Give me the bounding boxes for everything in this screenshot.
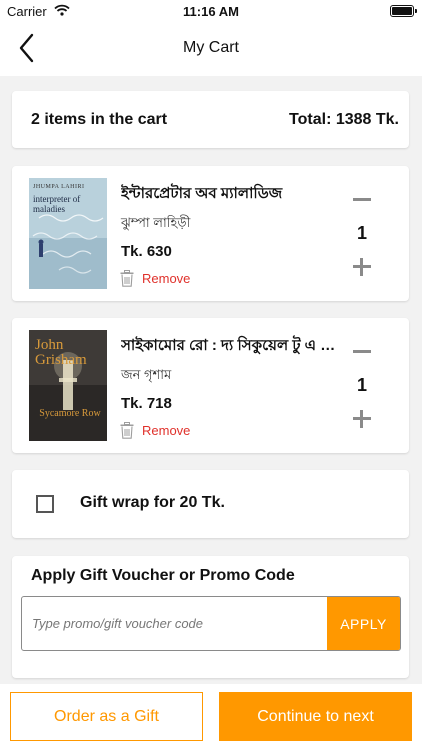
increase-quantity-button[interactable] — [348, 255, 376, 279]
status-bar: Carrier 11:16 AM — [0, 0, 422, 22]
bottom-action-bar: Order as a Gift Continue to next — [0, 684, 422, 750]
nav-bar: My Cart — [0, 22, 422, 76]
continue-button[interactable]: Continue to next — [219, 692, 412, 741]
book-price: Tk. 630 — [121, 243, 172, 260]
promo-heading: Apply Gift Voucher or Promo Code — [31, 567, 295, 584]
decrease-quantity-button[interactable] — [348, 192, 376, 206]
remove-label: Remove — [142, 422, 191, 438]
cover-title-text: interpreter of maladies — [33, 194, 81, 214]
promo-section: Apply Gift Voucher or Promo Code APPLY — [12, 556, 409, 678]
book-author[interactable]: জন গৃশাম — [121, 366, 171, 387]
quantity-value: 1 — [356, 223, 367, 243]
page-title: My Cart — [183, 39, 239, 56]
cover-author-text: John Grisham — [35, 337, 87, 368]
book-price: Tk. 718 — [121, 395, 172, 412]
book-cover: John Grisham Sycamore Row — [29, 330, 107, 441]
increase-quantity-button[interactable] — [348, 407, 376, 431]
book-title[interactable]: ইন্টারপ্রেটার অব ম্যালাডিজ — [121, 182, 343, 207]
remove-button[interactable]: Remove — [120, 268, 190, 288]
cart-total: Total: 1388 Tk. — [289, 111, 399, 128]
quantity-value: 1 — [356, 375, 367, 395]
trash-icon — [120, 269, 134, 287]
remove-label: Remove — [142, 270, 191, 286]
clock: 11:16 AM — [183, 4, 239, 19]
trash-icon — [120, 421, 134, 439]
item-count: 2 items in the cart — [31, 111, 168, 128]
book-cover: JHUMPA LAHIRI interpreter of maladies — [29, 178, 107, 289]
remove-button[interactable]: Remove — [120, 420, 190, 440]
gift-wrap-option: Gift wrap for 20 Tk. — [12, 470, 409, 538]
cart-item: JHUMPA LAHIRI interpreter of maladies ইন… — [12, 166, 409, 301]
book-author[interactable]: ঝুম্পা লাহিড়ী — [121, 214, 190, 235]
cart-item: John Grisham Sycamore Row সাইকামোর রো : … — [12, 318, 409, 453]
order-as-gift-button[interactable]: Order as a Gift — [10, 692, 203, 741]
cover-title-text: Sycamore Row — [39, 408, 101, 419]
gift-wrap-label[interactable]: Gift wrap for 20 Tk. — [80, 494, 225, 512]
decrease-quantity-button[interactable] — [348, 344, 376, 358]
battery-icon — [390, 5, 417, 17]
gift-wrap-checkbox[interactable] — [36, 495, 54, 513]
apply-button[interactable]: APPLY — [327, 597, 400, 650]
book-title[interactable]: সাইকামোর রো : দ্য সিকুয়েল টু এ টাইম টু … — [121, 334, 343, 359]
cart-summary: 2 items in the cart Total: 1388 Tk. — [12, 91, 409, 148]
promo-field: APPLY — [21, 596, 401, 651]
promo-code-input[interactable] — [22, 597, 327, 650]
cover-author-text: JHUMPA LAHIRI — [33, 184, 85, 190]
